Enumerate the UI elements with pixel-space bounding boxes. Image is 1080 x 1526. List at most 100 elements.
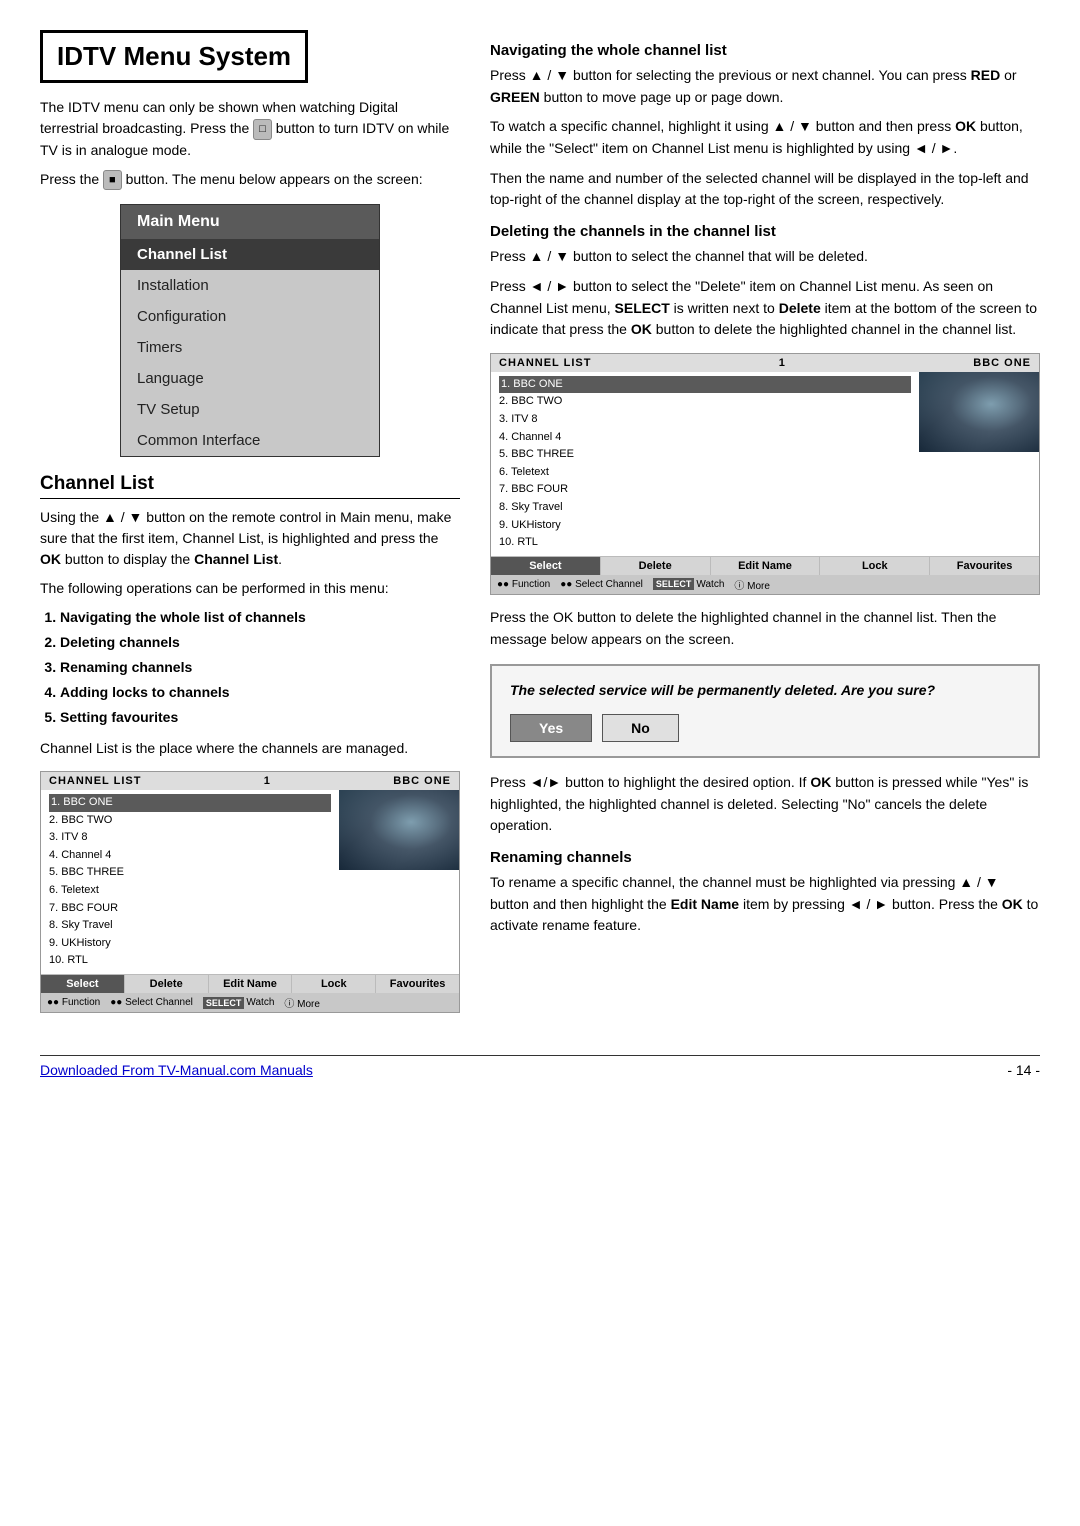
- channel-box-1: CHANNEL LIST 1 BBC ONE 1. BBC ONE 2. BBC…: [40, 771, 460, 1013]
- delete-body3: Press the OK button to delete the highli…: [490, 607, 1040, 650]
- no-button[interactable]: No: [602, 714, 679, 742]
- page-wrapper: IDTV Menu System The IDTV menu can only …: [40, 30, 1040, 1078]
- channel-box-2-header-center: 1: [779, 357, 786, 369]
- operations-list: Navigating the whole list of channels De…: [60, 607, 460, 728]
- nav-title: Navigating the whole channel list: [490, 42, 1040, 59]
- channel-list-body2: The following operations can be performe…: [40, 578, 460, 599]
- channel-item-8: 8. Sky Travel: [49, 917, 331, 935]
- channel-box-1-header-center: 1: [264, 775, 271, 787]
- rename-body: To rename a specific channel, the channe…: [490, 872, 1040, 937]
- select-badge-1: SELECT: [203, 997, 245, 1009]
- channel-box-2-body: 1. BBC ONE 2. BBC TWO 3. ITV 8 4. Channe…: [491, 372, 1039, 556]
- op-2: Deleting channels: [60, 632, 460, 653]
- confirm-box: The selected service will be permanently…: [490, 664, 1040, 758]
- left-column: IDTV Menu System The IDTV menu can only …: [40, 30, 460, 1025]
- channel-preview-image-2: [919, 372, 1039, 452]
- page-number: - 14 -: [1007, 1062, 1040, 1078]
- channel-item-1: 1. BBC ONE: [49, 794, 331, 812]
- menu-item-common-interface[interactable]: Common Interface: [121, 425, 379, 456]
- channel-footer-2: ●● Function ●● Select Channel SELECT Wat…: [491, 575, 1039, 594]
- channel-box-1-header: CHANNEL LIST 1 BBC ONE: [41, 772, 459, 790]
- menu-button-icon: ■: [103, 170, 122, 191]
- channel-list-items-1: 1. BBC ONE 2. BBC TWO 3. ITV 8 4. Channe…: [41, 790, 339, 974]
- delete-title: Deleting the channels in the channel lis…: [490, 223, 1040, 240]
- nav-body2: To watch a specific channel, highlight i…: [490, 116, 1040, 159]
- footer-function-2: ●● Function: [497, 579, 550, 590]
- menu-item-timers[interactable]: Timers: [121, 332, 379, 363]
- channel-item-2-8: 8. Sky Travel: [499, 499, 911, 517]
- rename-title: Renaming channels: [490, 849, 1040, 866]
- channel-item-2-2: 2. BBC TWO: [499, 393, 911, 411]
- channel-item-2-4: 4. Channel 4: [499, 429, 911, 447]
- channel-item-2-7: 7. BBC FOUR: [499, 481, 911, 499]
- channel-buttons-2: Select Delete Edit Name Lock Favourites: [491, 556, 1039, 575]
- channel-item-5: 5. BBC THREE: [49, 864, 331, 882]
- favourites-button-2[interactable]: Favourites: [930, 557, 1039, 575]
- confirm-buttons: Yes No: [510, 714, 1020, 742]
- channel-footer-1: ●● Function ●● Select Channel SELECT Wat…: [41, 993, 459, 1012]
- edit-name-button-2[interactable]: Edit Name: [711, 557, 821, 575]
- menu-title: Main Menu: [121, 205, 379, 239]
- channel-list-items-2: 1. BBC ONE 2. BBC TWO 3. ITV 8 4. Channe…: [491, 372, 919, 556]
- delete-body4: Press ◄/► button to highlight the desire…: [490, 772, 1040, 837]
- footer-function-1: ●● Function: [47, 997, 100, 1008]
- select-badge-2: SELECT: [653, 578, 695, 590]
- channel-box-2-header: CHANNEL LIST 1 BBC ONE: [491, 354, 1039, 372]
- menu-item-language[interactable]: Language: [121, 363, 379, 394]
- channel-box-2-header-left: CHANNEL LIST: [499, 357, 591, 369]
- channel-list-body3: Channel List is the place where the chan…: [40, 738, 460, 759]
- channel-item-2-9: 9. UKHistory: [499, 517, 911, 535]
- channel-item-2: 2. BBC TWO: [49, 812, 331, 830]
- nav-body3: Then the name and number of the selected…: [490, 168, 1040, 211]
- intro-p1: The IDTV menu can only be shown when wat…: [40, 97, 460, 161]
- lock-button-1[interactable]: Lock: [292, 975, 376, 993]
- idtv-button-icon: □: [253, 119, 272, 140]
- channel-buttons-1: Select Delete Edit Name Lock Favourites: [41, 974, 459, 993]
- op-3: Renaming channels: [60, 657, 460, 678]
- page-footer: Downloaded From TV-Manual.com Manuals - …: [40, 1055, 1040, 1078]
- channel-item-9: 9. UKHistory: [49, 935, 331, 953]
- yes-button[interactable]: Yes: [510, 714, 592, 742]
- op-4: Adding locks to channels: [60, 682, 460, 703]
- footer-select-channel-1: ●● Select Channel: [110, 997, 193, 1008]
- delete-button-2[interactable]: Delete: [601, 557, 711, 575]
- select-button-2[interactable]: Select: [491, 557, 601, 575]
- channel-preview-image-1: [339, 790, 459, 870]
- channel-box-2-header-right: BBC ONE: [973, 357, 1031, 369]
- menu-item-installation[interactable]: Installation: [121, 270, 379, 301]
- channel-box-2: CHANNEL LIST 1 BBC ONE 1. BBC ONE 2. BBC…: [490, 353, 1040, 595]
- right-column: Navigating the whole channel list Press …: [490, 30, 1040, 1025]
- favourites-button-1[interactable]: Favourites: [376, 975, 459, 993]
- lock-button-2[interactable]: Lock: [820, 557, 930, 575]
- channel-item-7: 7. BBC FOUR: [49, 900, 331, 918]
- channel-item-3: 3. ITV 8: [49, 829, 331, 847]
- confirm-text: The selected service will be permanently…: [510, 680, 1020, 702]
- footer-more-1: ⓘ More: [284, 995, 320, 1010]
- page-title: IDTV Menu System: [40, 30, 308, 83]
- delete-button-1[interactable]: Delete: [125, 975, 209, 993]
- channel-item-6: 6. Teletext: [49, 882, 331, 900]
- select-button-1[interactable]: Select: [41, 975, 125, 993]
- channel-list-body1: Using the ▲ / ▼ button on the remote con…: [40, 507, 460, 570]
- channel-preview-2: [919, 372, 1039, 452]
- menu-item-configuration[interactable]: Configuration: [121, 301, 379, 332]
- footer-link[interactable]: Downloaded From TV-Manual.com Manuals: [40, 1062, 313, 1078]
- channel-box-1-header-left: CHANNEL LIST: [49, 775, 141, 787]
- menu-item-tvsetup[interactable]: TV Setup: [121, 394, 379, 425]
- footer-select-channel-2: ●● Select Channel: [560, 579, 643, 590]
- channel-item-4: 4. Channel 4: [49, 847, 331, 865]
- channel-item-10: 10. RTL: [49, 952, 331, 970]
- intro-p2: Press the ■ button. The menu below appea…: [40, 169, 460, 191]
- footer-watch-1: SELECT Watch: [203, 997, 274, 1009]
- menu-item-channel-list[interactable]: Channel List: [121, 239, 379, 270]
- edit-name-button-1[interactable]: Edit Name: [209, 975, 293, 993]
- channel-list-title: Channel List: [40, 473, 460, 499]
- channel-item-2-1: 1. BBC ONE: [499, 376, 911, 394]
- op-1: Navigating the whole list of channels: [60, 607, 460, 628]
- channel-box-1-header-right: BBC ONE: [393, 775, 451, 787]
- channel-box-1-body: 1. BBC ONE 2. BBC TWO 3. ITV 8 4. Channe…: [41, 790, 459, 974]
- delete-body2: Press ◄ / ► button to select the "Delete…: [490, 276, 1040, 341]
- channel-item-2-5: 5. BBC THREE: [499, 446, 911, 464]
- delete-body1: Press ▲ / ▼ button to select the channel…: [490, 246, 1040, 268]
- channel-item-2-3: 3. ITV 8: [499, 411, 911, 429]
